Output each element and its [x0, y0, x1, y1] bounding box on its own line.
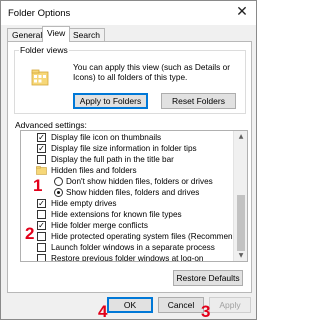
annotation-number-4: 4	[98, 302, 108, 321]
setting-display-file-size[interactable]: ✓ Display file size information in folde…	[21, 143, 233, 154]
folder-options-icon	[31, 69, 49, 86]
tab-search[interactable]: Search	[68, 28, 105, 41]
checkbox-unchecked-icon[interactable]	[37, 243, 46, 252]
setting-label: Show hidden files, folders and drives	[66, 188, 200, 197]
checkbox-checked-icon[interactable]: ✓	[37, 133, 46, 142]
setting-dont-show-hidden[interactable]: Don't show hidden files, folders or driv…	[21, 176, 233, 187]
setting-label: Hide folder merge conflicts	[51, 221, 148, 230]
restore-defaults-button[interactable]: Restore Defaults	[173, 270, 243, 286]
setting-label: Restore previous folder windows at log-o…	[51, 254, 204, 262]
setting-label: Hide empty drives	[51, 199, 117, 208]
tab-view[interactable]: View	[42, 26, 71, 42]
setting-label: Hide extensions for known file types	[51, 210, 182, 219]
setting-group-hidden-files: Hidden files and folders	[21, 165, 233, 176]
setting-hide-merge-conflicts[interactable]: ✓ Hide folder merge conflicts	[21, 220, 233, 231]
setting-hide-protected-os-files[interactable]: Hide protected operating system files (R…	[21, 231, 247, 242]
radio-unselected-icon[interactable]	[54, 177, 63, 186]
checkbox-unchecked-icon[interactable]	[37, 155, 46, 164]
folder-options-window: Folder Options ✕ General View Search Fol…	[0, 0, 257, 320]
reset-folders-button[interactable]: Reset Folders	[161, 93, 236, 109]
folder-views-legend: Folder views	[19, 45, 69, 55]
cancel-button[interactable]: Cancel	[158, 297, 204, 313]
apply-to-folders-button[interactable]: Apply to Folders	[73, 93, 148, 109]
setting-restore-previous-windows[interactable]: Restore previous folder windows at log-o…	[21, 253, 233, 262]
folder-views-group: Folder views You can apply this view (su…	[14, 45, 246, 114]
setting-display-file-icon[interactable]: ✓ Display file icon on thumbnails	[21, 132, 233, 143]
checkbox-checked-icon[interactable]: ✓	[37, 199, 46, 208]
setting-label: Display the full path in the title bar	[51, 155, 174, 164]
checkbox-unchecked-icon[interactable]	[37, 232, 46, 241]
annotation-number-2: 2	[25, 224, 35, 243]
title-bar: Folder Options ✕	[1, 1, 256, 25]
setting-launch-separate-process[interactable]: Launch folder windows in a separate proc…	[21, 242, 233, 253]
scroll-thumb[interactable]	[237, 195, 245, 251]
setting-hide-empty-drives[interactable]: ✓ Hide empty drives	[21, 198, 233, 209]
advanced-settings-label: Advanced settings:	[15, 120, 87, 130]
setting-show-hidden[interactable]: Show hidden files, folders and drives	[21, 187, 233, 198]
ok-button[interactable]: OK	[107, 297, 153, 313]
window-title: Folder Options	[8, 8, 71, 19]
close-icon[interactable]: ✕	[235, 5, 249, 19]
setting-label: Hidden files and folders	[51, 166, 137, 175]
advanced-settings-list[interactable]: ✓ Display file icon on thumbnails ✓ Disp…	[20, 130, 248, 262]
checkbox-unchecked-icon[interactable]	[37, 210, 46, 219]
setting-label: Don't show hidden files, folders or driv…	[66, 177, 213, 186]
checkbox-checked-icon[interactable]: ✓	[37, 221, 46, 230]
checkbox-unchecked-icon[interactable]	[37, 254, 46, 261]
apply-button[interactable]: Apply	[209, 297, 251, 313]
view-tab-panel: Folder views You can apply this view (su…	[7, 41, 252, 293]
annotation-number-1: 1	[33, 176, 43, 195]
setting-hide-extensions[interactable]: Hide extensions for known file types	[21, 209, 233, 220]
setting-label: Display file size information in folder …	[51, 144, 197, 153]
radio-selected-icon[interactable]	[54, 188, 63, 197]
setting-label: Display file icon on thumbnails	[51, 133, 162, 142]
scroll-down-icon[interactable]: ▼	[234, 250, 247, 261]
folder-icon	[36, 166, 47, 175]
annotation-number-3: 3	[201, 302, 211, 321]
setting-display-full-path[interactable]: Display the full path in the title bar	[21, 154, 233, 165]
vertical-scrollbar[interactable]: ▲ ▼	[233, 131, 247, 261]
setting-label: Hide protected operating system files (R…	[51, 232, 248, 241]
scroll-up-icon[interactable]: ▲	[234, 131, 247, 142]
checkbox-checked-icon[interactable]: ✓	[37, 144, 46, 153]
folder-views-description: You can apply this view (such as Details…	[73, 62, 230, 82]
setting-label: Launch folder windows in a separate proc…	[51, 243, 215, 252]
